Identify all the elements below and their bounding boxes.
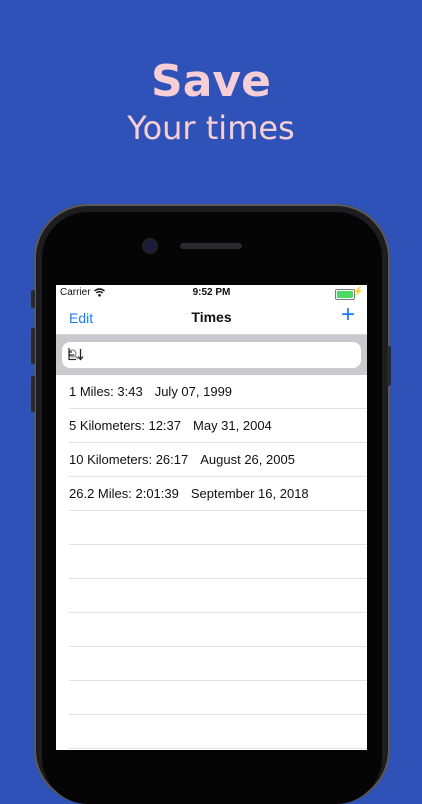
page-title: Times: [191, 309, 232, 325]
app-screen: Carrier 9:52 PM ⚡ Edit Times + 1 Miles: …: [56, 285, 367, 750]
list-item[interactable]: 5 Kilometers: 12:37 May 31, 2004: [69, 409, 367, 443]
search-input[interactable]: [84, 345, 328, 367]
front-camera: [144, 240, 156, 252]
entry-result: 10 Kilometers: 26:17: [69, 452, 189, 467]
list-item[interactable]: 1 Miles: 3:43 July 07, 1999: [69, 375, 367, 409]
empty-row: [69, 579, 367, 613]
status-bar: Carrier 9:52 PM ⚡: [56, 285, 367, 301]
headline-title: Save: [151, 56, 271, 107]
empty-row: [69, 545, 367, 579]
power-button: [387, 346, 391, 386]
charging-bolt-icon: ⚡: [352, 286, 364, 296]
search-bar: [56, 335, 367, 375]
sort-icon[interactable]: [68, 347, 84, 361]
empty-row: [69, 647, 367, 681]
mute-switch: [31, 290, 35, 308]
entry-date: September 16, 2018: [190, 486, 309, 501]
search-field-container: [62, 342, 361, 368]
empty-row: [69, 613, 367, 647]
add-button[interactable]: +: [341, 303, 355, 327]
earpiece-speaker: [180, 243, 242, 249]
list-item[interactable]: 26.2 Miles: 2:01:39 September 16, 2018: [69, 477, 367, 511]
entry-date: August 26, 2005: [200, 452, 295, 467]
entry-result: 1 Miles: 3:43: [69, 384, 143, 399]
volume-down-button: [31, 376, 35, 412]
times-list: 1 Miles: 3:43 July 07, 1999 5 Kilometers:…: [56, 375, 367, 749]
entry-result: 5 Kilometers: 12:37: [69, 418, 182, 433]
entry-date: July 07, 1999: [154, 384, 233, 399]
entry-date: May 31, 2004: [193, 418, 272, 433]
empty-row: [69, 681, 367, 715]
empty-row: [69, 511, 367, 545]
marketing-headline: Save Your times: [0, 56, 422, 148]
list-item[interactable]: 10 Kilometers: 26:17 August 26, 2005: [69, 443, 367, 477]
empty-row: [69, 715, 367, 749]
navigation-bar: Edit Times +: [56, 301, 367, 335]
volume-up-button: [31, 328, 35, 364]
headline-subtitle: Your times: [127, 109, 295, 147]
entry-result: 26.2 Miles: 2:01:39: [69, 486, 179, 501]
status-time: 9:52 PM: [192, 287, 231, 298]
